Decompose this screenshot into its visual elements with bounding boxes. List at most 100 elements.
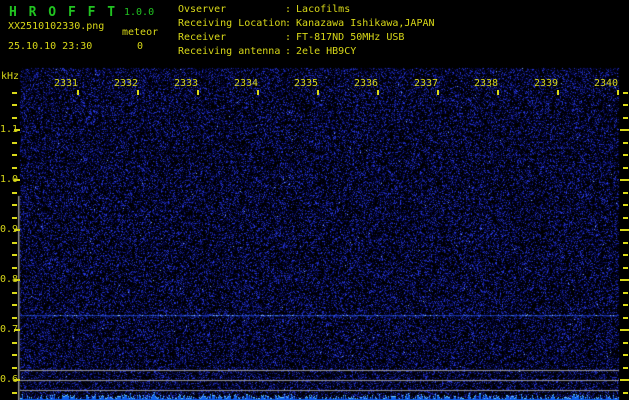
freq-major-tick-right	[620, 379, 629, 381]
freq-minor-tick-left	[12, 204, 17, 206]
info-separator: :	[285, 32, 292, 43]
freq-unit-label: kHz	[1, 71, 20, 82]
freq-minor-tick-left	[12, 142, 17, 144]
freq-minor-tick-right	[623, 92, 628, 94]
freq-major-tick-right	[620, 229, 629, 231]
freq-minor-tick-left	[12, 104, 17, 106]
freq-major-tick-left	[14, 229, 20, 231]
time-tick-mark	[617, 90, 619, 95]
freq-major-tick-left	[14, 379, 20, 381]
info-label: Receiver	[178, 32, 227, 43]
freq-minor-tick-left	[12, 192, 17, 194]
freq-major-tick-left	[14, 279, 20, 281]
time-tick-label: 2334	[233, 78, 259, 89]
info-label: Receiving Location	[178, 18, 287, 29]
station-info-row: Receiving Location: Kanazawa Ishikawa,JAP…	[178, 17, 628, 31]
freq-minor-tick-right	[623, 242, 628, 244]
time-tick-label: 2339	[533, 78, 559, 89]
freq-minor-tick-right	[623, 192, 628, 194]
output-filename: XX2510102330.png	[8, 21, 105, 32]
freq-minor-tick-left	[12, 154, 17, 156]
freq-minor-tick-left	[12, 342, 17, 344]
app-version: 1.0.0	[124, 7, 155, 18]
time-tick-mark	[197, 90, 199, 95]
time-tick-label: 2333	[173, 78, 199, 89]
station-info-row: Ovserver: Lacofilms	[178, 3, 628, 17]
freq-minor-tick-left	[12, 242, 17, 244]
freq-minor-tick-left	[12, 267, 17, 269]
time-tick-mark	[137, 90, 139, 95]
freq-tick-label: 0.6	[0, 374, 19, 385]
freq-minor-tick-right	[623, 392, 628, 394]
freq-minor-tick-left	[12, 217, 17, 219]
info-value: Lacofilms	[296, 4, 351, 15]
freq-major-tick-right	[620, 279, 629, 281]
info-label: Ovserver	[178, 4, 227, 15]
freq-minor-tick-right	[623, 267, 628, 269]
freq-minor-tick-left	[12, 254, 17, 256]
freq-tick-label: 0.7	[0, 324, 19, 335]
time-tick-mark	[257, 90, 259, 95]
freq-minor-tick-right	[623, 217, 628, 219]
time-tick-mark	[317, 90, 319, 95]
freq-minor-tick-right	[623, 142, 628, 144]
freq-major-tick-left	[14, 179, 20, 181]
freq-major-tick-right	[620, 129, 629, 131]
station-info-block: Ovserver: Lacofilms Receiving Location: Kan…	[178, 3, 628, 63]
info-label: Receiving antenna	[178, 46, 281, 57]
freq-minor-tick-left	[12, 317, 17, 319]
freq-minor-tick-left	[12, 392, 17, 394]
time-tick-label: 2338	[473, 78, 499, 89]
time-tick-label: 2335	[293, 78, 319, 89]
info-value: Kanazawa Ishikawa,JAPAN	[296, 18, 435, 29]
info-separator: :	[285, 4, 292, 15]
info-value: FT-817ND 50MHz USB	[296, 32, 405, 43]
freq-tick-label: 0.8	[0, 274, 19, 285]
freq-minor-tick-right	[623, 154, 628, 156]
info-value: 2ele HB9CY	[296, 46, 357, 57]
meteor-count: 0	[137, 41, 144, 52]
freq-minor-tick-right	[623, 104, 628, 106]
time-tick-label: 2332	[113, 78, 139, 89]
freq-minor-tick-right	[623, 292, 628, 294]
freq-minor-tick-left	[12, 292, 17, 294]
freq-minor-tick-left	[12, 167, 17, 169]
app-title: H R O F F T	[9, 5, 118, 20]
station-info-row: Receiver: FT-817ND 50MHz USB	[178, 31, 628, 45]
time-tick-mark	[77, 90, 79, 95]
time-tick-mark	[437, 90, 439, 95]
freq-minor-tick-right	[623, 254, 628, 256]
time-tick-label: 2331	[53, 78, 79, 89]
freq-minor-tick-left	[12, 354, 17, 356]
freq-minor-tick-right	[623, 354, 628, 356]
freq-minor-tick-right	[623, 342, 628, 344]
time-tick-mark	[497, 90, 499, 95]
hrofft-window: H R O F F T 1.0.0 XX2510102330.png meteo…	[0, 0, 629, 400]
freq-tick-label: 1.0	[0, 174, 19, 185]
freq-minor-tick-right	[623, 317, 628, 319]
time-tick-mark	[377, 90, 379, 95]
freq-major-tick-right	[620, 329, 629, 331]
station-info-row: Receiving antenna:2ele HB9CY	[178, 45, 628, 59]
freq-minor-tick-left	[12, 304, 17, 306]
info-separator: :	[285, 18, 292, 29]
freq-minor-tick-right	[623, 304, 628, 306]
time-tick-label: 2340	[593, 78, 619, 89]
meteor-mode-label: meteor	[122, 27, 159, 38]
freq-major-tick-left	[14, 329, 20, 331]
freq-major-tick-right	[620, 179, 629, 181]
freq-tick-label: 1.1	[0, 124, 19, 135]
info-separator: :	[285, 46, 292, 57]
freq-minor-tick-right	[623, 117, 628, 119]
freq-major-tick-left	[14, 129, 20, 131]
time-tick-label: 2337	[413, 78, 439, 89]
freq-minor-tick-left	[12, 367, 17, 369]
time-tick-mark	[557, 90, 559, 95]
observation-timestamp: 25.10.10 23:30	[8, 41, 93, 52]
freq-minor-tick-right	[623, 204, 628, 206]
freq-minor-tick-left	[12, 92, 17, 94]
freq-minor-tick-right	[623, 367, 628, 369]
time-tick-label: 2336	[353, 78, 379, 89]
freq-tick-label: 0.9	[0, 224, 19, 235]
freq-minor-tick-left	[12, 117, 17, 119]
